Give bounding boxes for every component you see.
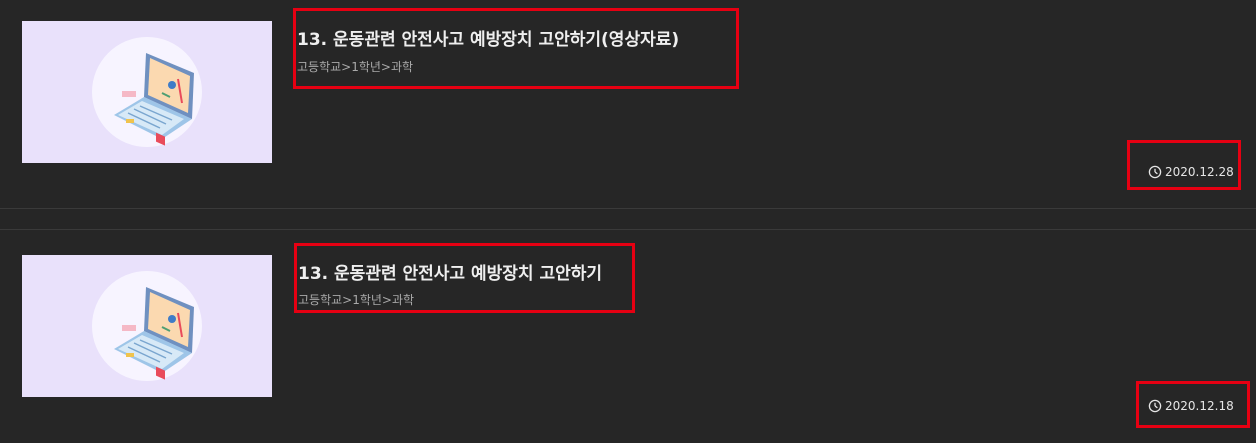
- list-item: 13. 운동관련 안전사고 예방장치 고안하기 고등학교>1학년>과학 2020…: [0, 230, 1256, 443]
- thumbnail[interactable]: [22, 21, 272, 163]
- date-label: 2020.12.28: [1148, 165, 1234, 179]
- laptop-illustration-icon: [92, 37, 202, 147]
- thumbnail[interactable]: [22, 255, 272, 397]
- divider: [0, 208, 1256, 209]
- item-title-link[interactable]: 13. 운동관련 안전사고 예방장치 고안하기: [298, 259, 602, 284]
- category-path: 고등학교>1학년>과학: [297, 60, 414, 74]
- date-label: 2020.12.18: [1148, 399, 1234, 413]
- item-title-link[interactable]: 13. 운동관련 안전사고 예방장치 고안하기(영상자료): [297, 25, 679, 50]
- date-text: 2020.12.28: [1165, 165, 1234, 179]
- category-path: 고등학교>1학년>과학: [298, 293, 415, 307]
- content-list: 13. 운동관련 안전사고 예방장치 고안하기(영상자료) 고등학교>1학년>과…: [0, 0, 1256, 443]
- clock-icon: [1148, 165, 1162, 179]
- date-text: 2020.12.18: [1165, 399, 1234, 413]
- list-item: 13. 운동관련 안전사고 예방장치 고안하기(영상자료) 고등학교>1학년>과…: [0, 0, 1256, 208]
- clock-icon: [1148, 399, 1162, 413]
- laptop-illustration-icon: [92, 271, 202, 381]
